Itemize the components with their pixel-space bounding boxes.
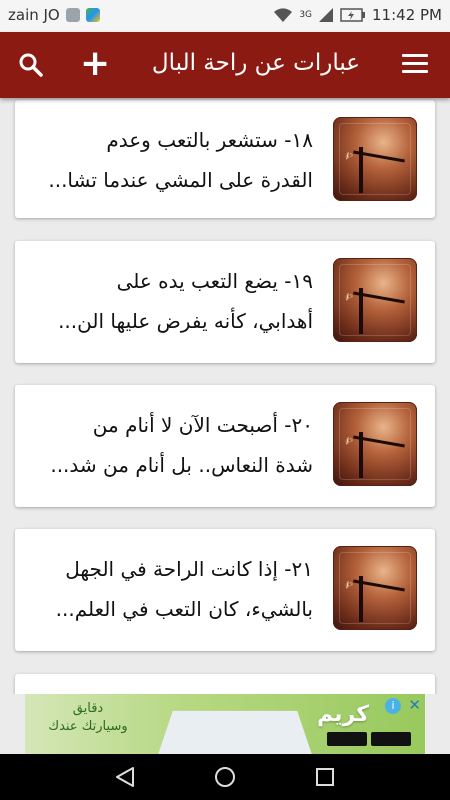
signal-icon — [319, 8, 334, 22]
carrier-label: zain JO — [8, 6, 60, 24]
ad-tagline-line-1: دقايق — [72, 701, 104, 716]
search-icon[interactable] — [18, 52, 44, 78]
ad-image — [155, 710, 315, 754]
app-store-badge[interactable] — [371, 732, 411, 746]
app-bar: عبارات عن راحة البال + — [0, 32, 450, 98]
clock: 11:42 PM — [372, 6, 442, 24]
home-icon[interactable] — [213, 765, 237, 789]
quote-card[interactable]: ✍ ٢٠- أصبحت الآن لا أنام من شدة النعاس..… — [15, 385, 435, 507]
ad-close-icon[interactable]: ✕ — [408, 696, 421, 714]
ad-banner[interactable]: دقايق وسيارتك عندك كريم i ✕ — [25, 694, 425, 754]
quote-thumbnail: ✍ — [333, 117, 417, 201]
quote-text: ١٨- ستشعر بالتعب وعدم القدرة على المشي ع… — [23, 120, 313, 200]
status-right: 3G 11:42 PM — [273, 6, 442, 24]
ad-tagline-line-2: وسيارتك عندك — [48, 719, 128, 734]
ad-brand: كريم — [317, 702, 369, 727]
plus-icon[interactable]: + — [80, 46, 110, 82]
quote-text: ١٩- يضع التعب يده على أهدابي، كأنه يفرض … — [23, 261, 313, 341]
google-play-badge[interactable] — [327, 732, 367, 746]
quote-line-2: شدة النعاس.. بل أنام من شد... — [50, 453, 313, 477]
status-left: zain JO — [8, 6, 100, 24]
quote-thumbnail: ✍ — [333, 546, 417, 630]
recents-icon[interactable] — [313, 765, 337, 789]
quote-card[interactable]: ✍ ١٩- يضع التعب يده على أهدابي، كأنه يفر… — [15, 241, 435, 363]
quote-thumbnail: ✍ — [333, 402, 417, 486]
quote-line-2: بالشيء، كان التعب في العلم... — [55, 597, 313, 621]
ad-tagline: دقايق وسيارتك عندك — [43, 700, 133, 736]
notification-icon — [65, 8, 80, 22]
page-title: عبارات عن راحة البال — [151, 50, 360, 76]
quote-line-2: القدرة على المشي عندما تشا... — [48, 168, 313, 192]
quote-line-1: ١٨- ستشعر بالتعب وعدم — [106, 128, 313, 152]
navigation-bar — [0, 754, 450, 800]
quote-text: ٢١- إذا كانت الراحة في الجهل بالشيء، كان… — [23, 549, 313, 629]
quote-card[interactable] — [15, 674, 435, 694]
quote-line-2: أهدابي، كأنه يفرض عليها الن... — [58, 309, 313, 333]
quote-text: ٢٠- أصبحت الآن لا أنام من شدة النعاس.. ب… — [23, 405, 313, 485]
play-store-icon — [85, 8, 100, 22]
menu-icon[interactable] — [402, 54, 428, 76]
wifi-icon — [274, 8, 293, 22]
ad-info-icon[interactable]: i — [385, 698, 401, 714]
quote-line-1: ٢١- إذا كانت الراحة في الجهل — [65, 557, 313, 581]
battery-icon — [340, 8, 366, 22]
quote-card[interactable]: ✍ ٢١- إذا كانت الراحة في الجهل بالشيء، ك… — [15, 529, 435, 651]
quote-card[interactable]: ✍ ١٨- ستشعر بالتعب وعدم القدرة على المشي… — [15, 100, 435, 218]
back-icon[interactable] — [113, 765, 137, 789]
quote-thumbnail: ✍ — [333, 258, 417, 342]
network-type-label: 3G — [299, 10, 313, 20]
quote-line-1: ١٩- يضع التعب يده على — [116, 269, 313, 293]
status-bar: zain JO 3G 11:42 PM — [0, 0, 450, 32]
quote-line-1: ٢٠- أصبحت الآن لا أنام من — [92, 413, 313, 437]
quote-list[interactable]: ✍ ١٨- ستشعر بالتعب وعدم القدرة على المشي… — [0, 98, 450, 694]
